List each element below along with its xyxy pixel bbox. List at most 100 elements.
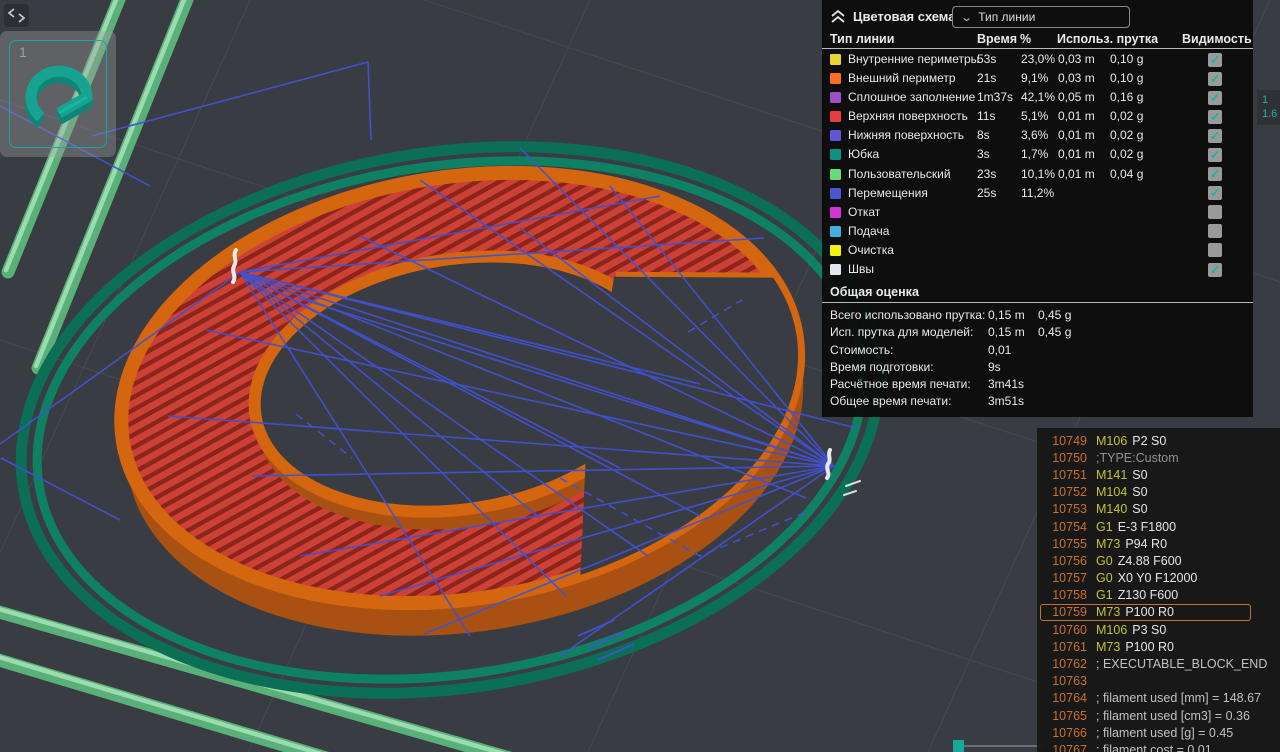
sequence-slider-handle[interactable]	[953, 740, 964, 752]
view-mode-value: Тип линии	[978, 10, 1035, 24]
gcode-line[interactable]: 10764; filament used [mm] = 148.67	[1037, 690, 1280, 707]
gcode-command: M106	[1096, 623, 1127, 637]
visibility-checkbox[interactable]	[1208, 243, 1222, 257]
visibility-checkbox[interactable]	[1208, 224, 1222, 238]
total-row: Стоимость:0,01	[822, 341, 1253, 358]
gcode-line[interactable]: 10751M141S0	[1037, 466, 1280, 483]
gcode-args: S0	[1132, 485, 1147, 499]
visibility-checkbox[interactable]: ✓	[1208, 148, 1222, 162]
line-type-swatch	[830, 264, 841, 275]
percent-value: 5,1%	[1021, 109, 1048, 123]
totals-title: Общая оценка	[830, 285, 919, 299]
total-label: Исп. прутка для моделей:	[830, 325, 973, 339]
gcode-line[interactable]: 10756G0Z4.88 F600	[1037, 552, 1280, 569]
header-divider	[822, 48, 1253, 49]
plate-thumbnail[interactable]: 1	[0, 31, 116, 157]
gcode-command: M141	[1096, 468, 1127, 482]
gcode-line-number: 10759	[1037, 605, 1087, 619]
time-value: 25s	[977, 186, 996, 200]
visibility-checkbox[interactable]: ✓	[1208, 129, 1222, 143]
gcode-line[interactable]: 10759M73P100 R0	[1037, 604, 1280, 621]
gcode-line-number: 10765	[1037, 709, 1087, 723]
legend-row: Нижняя поверхность8s3,6%0,01 m0,02 g✓	[822, 126, 1253, 145]
legend-row: Очистка	[822, 241, 1253, 260]
code-brackets-icon	[7, 7, 26, 24]
gcode-comment: ; filament cost = 0.01	[1096, 743, 1212, 752]
percent-value: 11,2%	[1021, 186, 1054, 200]
gcode-line[interactable]: 10761M73P100 R0	[1037, 638, 1280, 655]
visibility-checkbox[interactable]: ✓	[1208, 53, 1222, 67]
gcode-lines: 10749M106P2 S0 10750 ;TYPE:Custom10751M141…	[1037, 432, 1280, 752]
gcode-line-number: 10750	[1037, 451, 1087, 465]
total-row: Общее время печати:3m51s	[822, 392, 1253, 409]
layer-height-bottom: 1.6	[1262, 107, 1280, 121]
legend-row: Откат	[822, 203, 1253, 222]
legend-row: Верхняя поверхность11s5,1%0,01 m0,02 g✓	[822, 107, 1253, 126]
gcode-line[interactable]: 10754G1E-3 F1800	[1037, 518, 1280, 535]
line-type-label: Пользовательский	[848, 167, 951, 181]
gcode-comment: ; filament used [g] = 0.45	[1096, 726, 1233, 740]
gcode-args: Z4.88 F600	[1118, 554, 1182, 568]
gcode-line[interactable]: 10766 ; filament used [g] = 0.45	[1037, 724, 1280, 741]
gcode-line[interactable]: 10760M106P3 S0	[1037, 621, 1280, 638]
visibility-checkbox[interactable]: ✓	[1208, 263, 1222, 277]
gcode-line[interactable]: 10752M104S0	[1037, 484, 1280, 501]
gcode-comment: ;TYPE:Custom	[1096, 451, 1179, 465]
gcode-command: G0	[1096, 554, 1113, 568]
gcode-line[interactable]: 10757G0X0 Y0 F12000	[1037, 570, 1280, 587]
gcode-command: M104	[1096, 485, 1127, 499]
visibility-checkbox[interactable]	[1208, 205, 1222, 219]
gcode-line-number: 10763	[1037, 674, 1087, 688]
filament-weight-value: 0,02 g	[1110, 147, 1143, 161]
view-mode-dropdown[interactable]: ⌄ Тип линии	[952, 6, 1130, 28]
line-type-swatch	[830, 149, 841, 160]
col-time: Время	[977, 32, 1017, 46]
col-line-type: Тип линии	[830, 32, 894, 46]
gcode-line[interactable]: 10763	[1037, 673, 1280, 690]
time-value: 21s	[977, 71, 996, 85]
gcode-line[interactable]: 10765; filament used [cm3] = 0.36	[1037, 707, 1280, 724]
gcode-line[interactable]: 10755M73P94 R0	[1037, 535, 1280, 552]
filament-length-value: 0,03 m	[1058, 71, 1095, 85]
total-value-1: 0,15 m	[988, 308, 1025, 322]
visibility-checkbox[interactable]: ✓	[1208, 167, 1222, 181]
gcode-command: M140	[1096, 502, 1127, 516]
legend-row: Швы✓	[822, 260, 1253, 279]
gcode-line[interactable]: 10762; EXECUTABLE_BLOCK_END	[1037, 655, 1280, 672]
line-type-swatch	[830, 54, 841, 65]
sequence-slider-track[interactable]	[953, 745, 1043, 747]
gcode-args: P94 R0	[1125, 537, 1167, 551]
filament-weight-value: 0,04 g	[1110, 167, 1143, 181]
line-type-label: Подача	[848, 224, 889, 238]
gcode-line-number: 10766	[1037, 726, 1087, 740]
plate-thumbnail-frame: 1	[9, 40, 107, 148]
gcode-line-number: 10767	[1037, 743, 1087, 752]
visibility-checkbox[interactable]: ✓	[1208, 72, 1222, 86]
visibility-checkbox[interactable]: ✓	[1208, 91, 1222, 105]
total-value-2: 0,45 g	[1038, 325, 1071, 339]
legend-row: Пользовательский23s10,1%0,01 m0,04 g✓	[822, 165, 1253, 184]
panel-title: Цветовая схема	[853, 9, 955, 24]
gcode-args: E-3 F1800	[1118, 520, 1176, 534]
percent-value: 1,7%	[1021, 147, 1048, 161]
gcode-line[interactable]: 10753M140S0	[1037, 501, 1280, 518]
visibility-checkbox[interactable]: ✓	[1208, 186, 1222, 200]
gcode-window-toggle-button[interactable]	[4, 4, 29, 27]
filament-weight-value: 0,02 g	[1110, 109, 1143, 123]
filament-weight-value: 0,02 g	[1110, 128, 1143, 142]
collapse-panel-icon[interactable]	[830, 9, 846, 24]
gcode-line[interactable]: 10758G1Z130 F600	[1037, 587, 1280, 604]
line-type-label: Перемещения	[848, 186, 928, 200]
line-type-label: Внутренние периметры	[848, 52, 979, 66]
line-type-swatch	[830, 207, 841, 218]
visibility-checkbox[interactable]: ✓	[1208, 110, 1222, 124]
filament-length-value: 0,03 m	[1058, 52, 1095, 66]
gcode-line[interactable]: 10750 ;TYPE:Custom	[1037, 449, 1280, 466]
time-value: 8s	[977, 128, 990, 142]
percent-value: 42,1%	[1021, 90, 1055, 104]
gcode-line[interactable]: 10767 ; filament cost = 0.01	[1037, 741, 1280, 752]
time-value: 3s	[977, 147, 990, 161]
gcode-line[interactable]: 10749M106P2 S0	[1037, 432, 1280, 449]
time-value: 23s	[977, 167, 996, 181]
gcode-comment: ; EXECUTABLE_BLOCK_END	[1096, 657, 1267, 671]
